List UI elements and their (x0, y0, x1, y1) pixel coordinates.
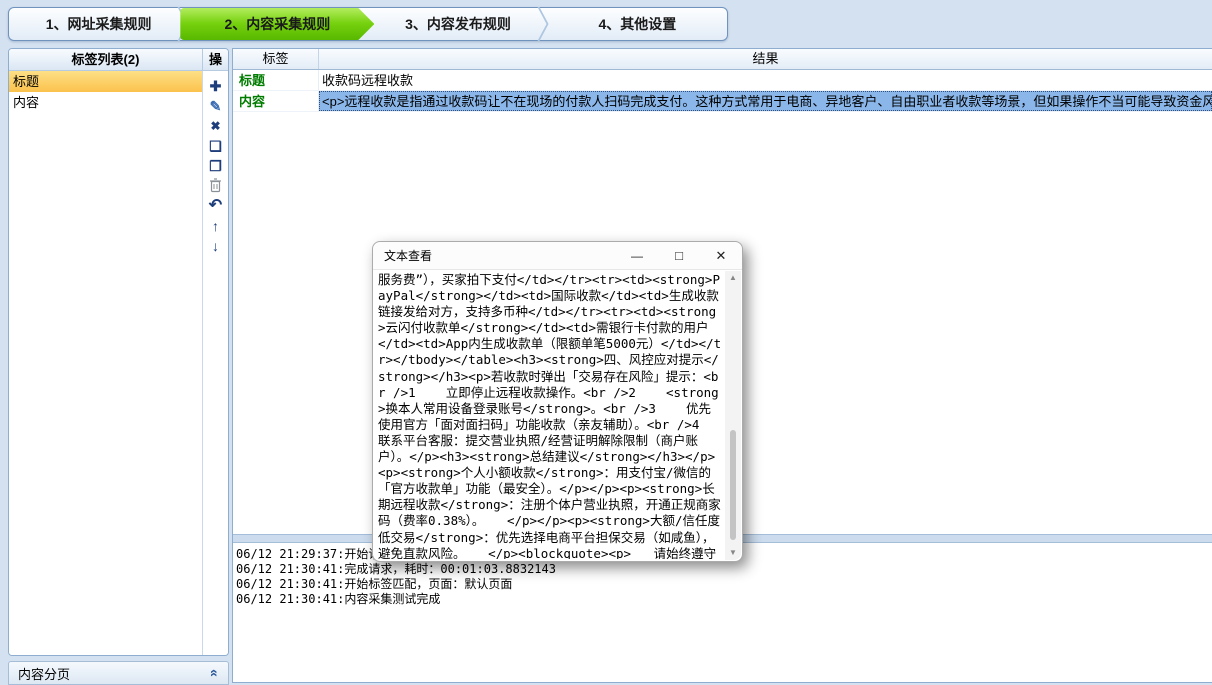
tab-content-publish-rules[interactable]: 3、内容发布规则 (368, 8, 547, 40)
trash-icon-glyph (209, 178, 222, 193)
column-header-result: 结果 (319, 49, 1212, 69)
table-row-content: 内容 <p>远程收款是指通过收款码让不在现场的付款人扫码完成支付。这种方式常用于… (233, 91, 1212, 112)
move-up-icon[interactable]: ↑ (205, 216, 227, 236)
tag-cell[interactable]: 内容 (233, 91, 319, 111)
paste-icon[interactable]: ❐ (205, 156, 227, 176)
undo-icon[interactable]: ↶ (205, 196, 227, 216)
tag-list: 标题 内容 (9, 71, 203, 655)
tab-label: 1、网址采集规则 (46, 14, 152, 34)
tab-url-collect-rules[interactable]: 1、网址采集规则 (9, 8, 188, 40)
dialog-text-content[interactable]: 服务费”），买家拍下支付</td></tr><tr><td><strong>Pa… (378, 272, 722, 559)
scrollbar-thumb[interactable] (730, 430, 736, 540)
content-paging-label: 内容分页 (18, 664, 70, 683)
collapse-icon[interactable]: « (207, 669, 223, 677)
move-down-icon[interactable]: ↓ (205, 236, 227, 256)
log-line: 06/12 21:30:41:开始标签匹配，页面：默认页面 (236, 577, 1210, 592)
tag-list-title: 标签列表(2) (9, 49, 202, 70)
tag-list-panel: 标签列表(2) 操作 标题 内容 ✚ ✎ ✖ ❏ ❐ ↶ ↑ ↓ (8, 48, 229, 656)
maximize-icon[interactable]: □ (658, 242, 700, 269)
tab-label: 2、内容采集规则 (224, 14, 330, 34)
tag-cell[interactable]: 标题 (233, 70, 319, 90)
content-paging-bar[interactable]: 内容分页 « (8, 661, 229, 685)
dialog-scrollbar[interactable]: ▲ ▼ (725, 271, 741, 560)
tab-label: 3、内容发布规则 (405, 14, 511, 34)
result-cell[interactable]: 收款码远程收款 (319, 70, 1212, 90)
list-item-title[interactable]: 标题 (9, 71, 203, 92)
list-item-content[interactable]: 内容 (9, 92, 203, 113)
dialog-body: 服务费”），买家拍下支付</td></tr><tr><td><strong>Pa… (373, 270, 742, 561)
dialog-titlebar[interactable]: 文本查看 — □ ✕ (373, 242, 742, 270)
log-line: 06/12 21:30:41:完成请求，耗时：00:01:03.8832143 (236, 562, 1210, 577)
operations-column-header: 操作 (202, 49, 228, 70)
text-viewer-dialog: 文本查看 — □ ✕ 服务费”），买家拍下支付</td></tr><tr><td… (372, 241, 743, 562)
trash-icon[interactable] (205, 176, 227, 196)
result-table-header: 标签 结果 (233, 49, 1212, 70)
tag-list-header-row: 标签列表(2) 操作 (9, 49, 228, 71)
dialog-title: 文本查看 (373, 247, 616, 264)
result-cell-selected[interactable]: <p>远程收款是指通过收款码让不在现场的付款人扫码完成支付。这种方式常用于电商、… (319, 91, 1212, 111)
edit-icon[interactable]: ✎ (205, 96, 227, 116)
scroll-down-icon[interactable]: ▼ (725, 546, 741, 560)
tab-content-collect-rules[interactable]: 2、内容采集规则 (180, 8, 374, 40)
tab-other-settings[interactable]: 4、其他设置 (548, 8, 727, 40)
copy-icon[interactable]: ❏ (205, 136, 227, 156)
log-area: 06/12 21:29:37:开始请求 06/12 21:30:41:完成请求，… (234, 544, 1212, 682)
close-icon[interactable]: ✕ (700, 242, 742, 269)
wizard-tabbar: 1、网址采集规则 2、内容采集规则 3、内容发布规则 4、其他设置 (8, 7, 728, 41)
log-line: 06/12 21:30:41:内容采集测试完成 (236, 592, 1210, 607)
tab-label: 4、其他设置 (598, 14, 676, 34)
add-icon[interactable]: ✚ (205, 76, 227, 96)
scroll-up-icon[interactable]: ▲ (725, 271, 741, 285)
minimize-icon[interactable]: — (616, 242, 658, 269)
operations-toolbar: ✚ ✎ ✖ ❏ ❐ ↶ ↑ ↓ (202, 71, 228, 655)
column-header-tag: 标签 (233, 49, 319, 69)
table-row-title: 标题 收款码远程收款 (233, 70, 1212, 91)
delete-icon[interactable]: ✖ (205, 116, 227, 136)
